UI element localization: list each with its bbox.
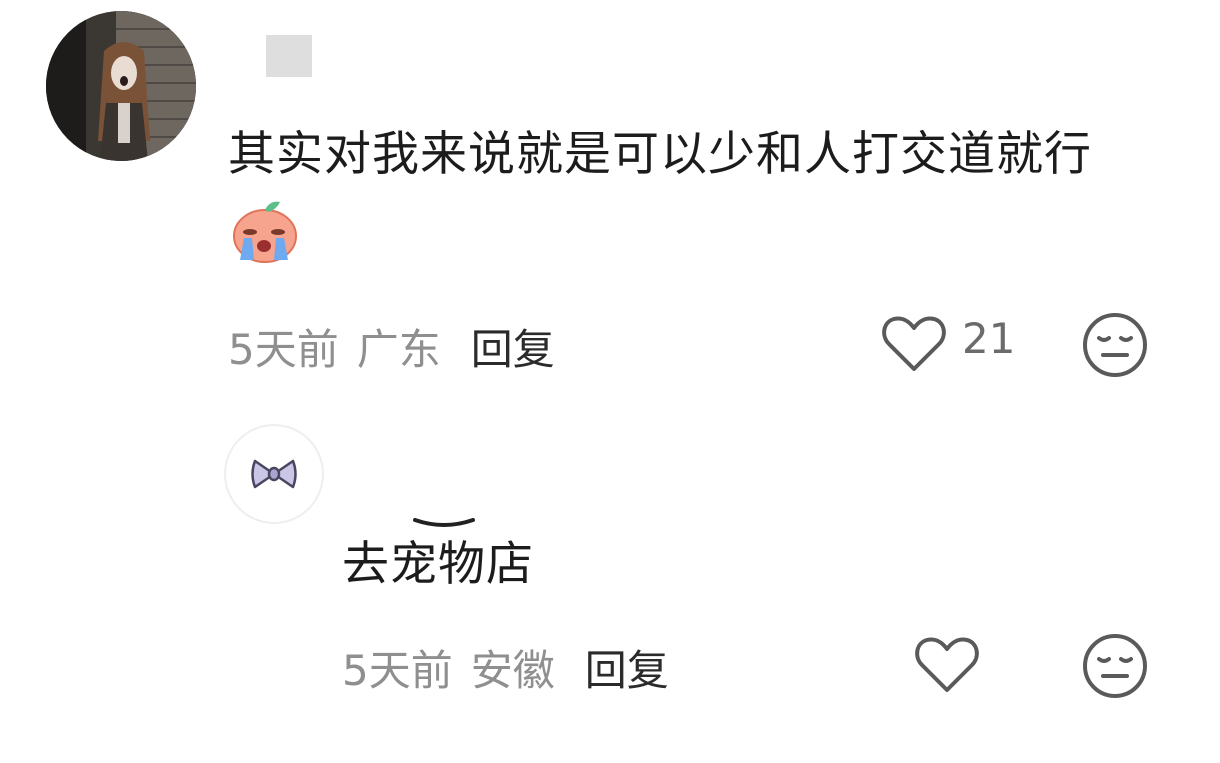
- like-count: 21: [962, 314, 1016, 363]
- heart-outline-icon: [915, 637, 979, 692]
- reply-button[interactable]: 回复: [471, 325, 555, 374]
- comment-text: 其实对我来说就是可以少和人打交道就行: [228, 127, 1092, 182]
- avatar[interactable]: [46, 11, 196, 161]
- reply-time: 5天前: [342, 646, 453, 695]
- comment-meta: 5天前 广东 回复: [228, 316, 555, 377]
- comment-body: 其实对我来说就是可以少和人打交道就行: [228, 112, 1148, 284]
- reply-like-button[interactable]: [914, 634, 980, 700]
- heart-outline-icon: [882, 316, 946, 371]
- reply-region: 安徽: [470, 646, 555, 695]
- comment-time: 5天前: [228, 325, 339, 374]
- dislike-button[interactable]: [1081, 311, 1149, 383]
- meh-face-icon: [1083, 313, 1147, 377]
- reply-body: 去宠物店: [342, 537, 534, 592]
- comment-region: 广东: [356, 325, 441, 374]
- reply-avatar[interactable]: [224, 424, 324, 524]
- reply-meta: 5天前 安徽 回复: [342, 637, 669, 698]
- crying-peach-emoji-icon: [230, 198, 300, 264]
- username-redacted[interactable]: [266, 35, 312, 77]
- avatar-photo: [46, 11, 196, 161]
- bow-icon: [251, 459, 297, 489]
- reply-reply-button[interactable]: 回复: [585, 646, 669, 695]
- meh-face-icon: [1083, 634, 1147, 698]
- reply-dislike-button[interactable]: [1081, 632, 1149, 704]
- reply-username-redacted[interactable]: [413, 518, 475, 528]
- like-button[interactable]: [881, 313, 947, 379]
